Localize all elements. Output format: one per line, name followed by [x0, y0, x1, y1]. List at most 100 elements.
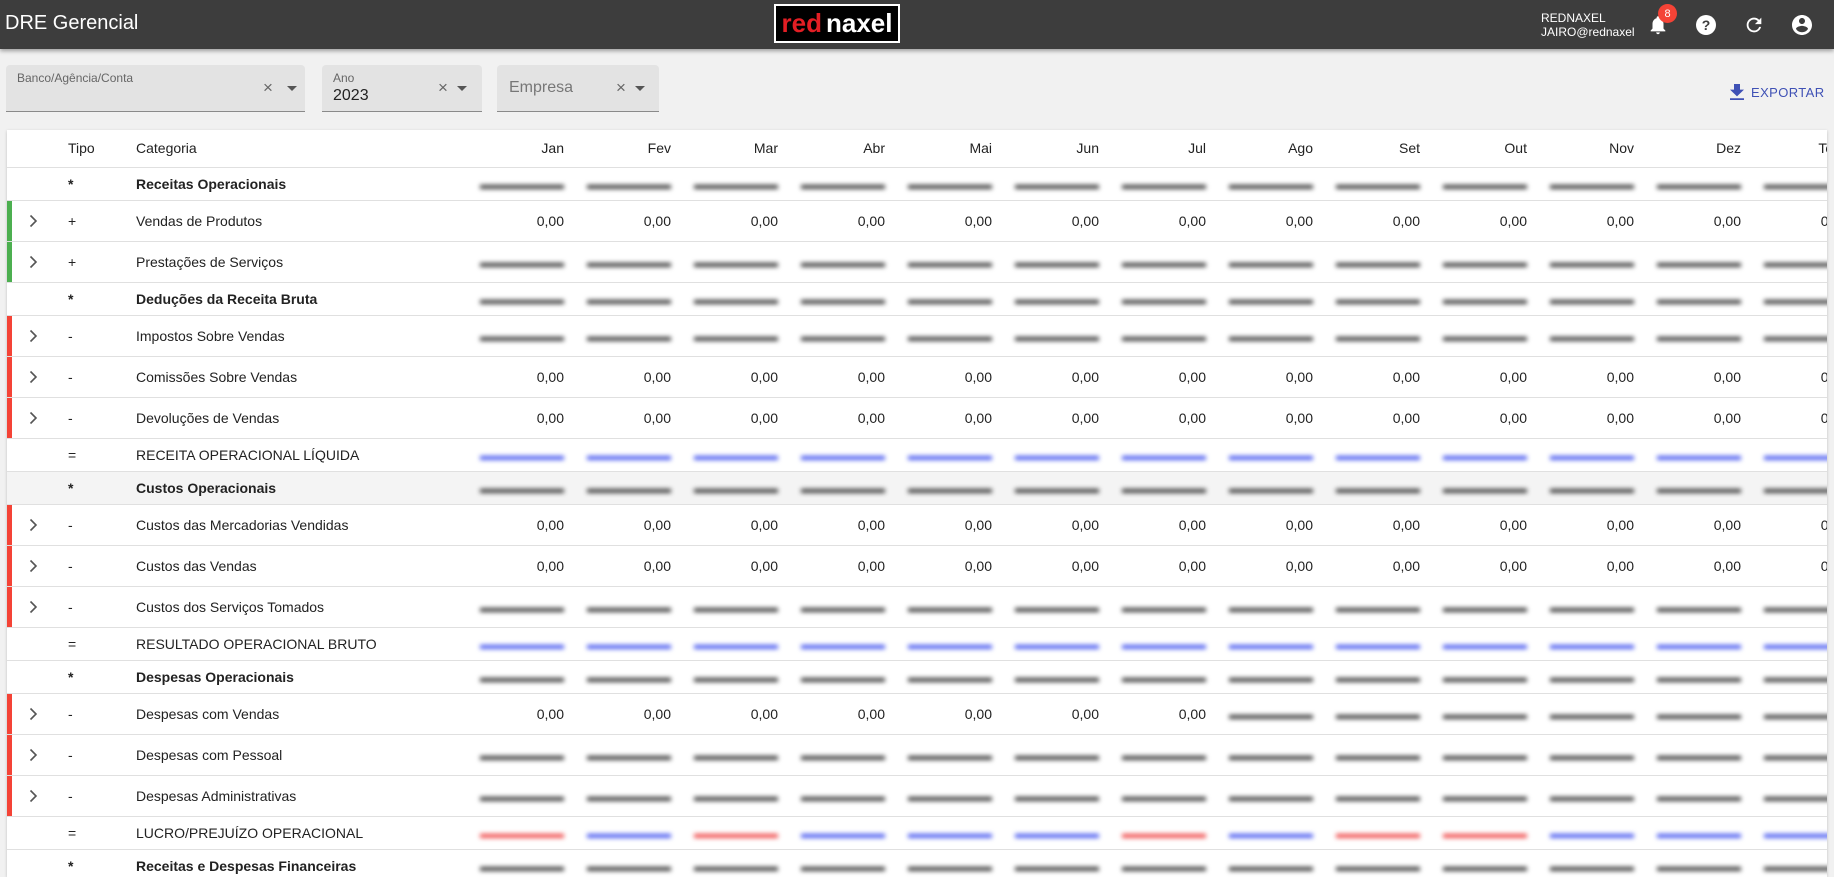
masked-value-cell: ▬▬▬▬▬▬: [1429, 315, 1536, 357]
chevron-right-icon[interactable]: [26, 255, 40, 269]
chevron-right-icon[interactable]: [26, 329, 40, 343]
blurred-value: ▬▬▬▬▬▬: [1764, 857, 1827, 874]
masked-value-cell: ▬▬▬▬▬▬: [1215, 775, 1322, 817]
row-expand-cell[interactable]: [7, 315, 68, 357]
export-button[interactable]: EXPORTAR: [1730, 84, 1825, 100]
masked-value-cell: ▬▬▬▬▬▬: [1322, 734, 1429, 776]
row-expand-cell[interactable]: [7, 356, 68, 398]
value-cell: 0,00: [1643, 200, 1750, 242]
blurred-value: ▬▬▬▬▬▬: [1550, 175, 1634, 192]
row-expand-cell[interactable]: [7, 241, 68, 283]
blurred-value: ▬▬▬▬▬▬: [1657, 479, 1741, 496]
row-tipo: *: [68, 282, 136, 316]
masked-value-cell: ▬▬▬▬▬▬: [1215, 471, 1322, 505]
blurred-value: ▬▬▬▬▬▬: [587, 668, 671, 685]
blurred-value: ▬▬▬▬▬▬: [1336, 598, 1420, 615]
masked-value-cell: ▬▬▬▬▬▬: [894, 241, 1001, 283]
value-cell: 0,00: [1643, 397, 1750, 439]
blurred-value: ▬▬▬▬▬▬: [1657, 327, 1741, 344]
blurred-value: ▬▬▬▬▬▬: [801, 746, 885, 763]
masked-value-cell: ▬▬▬▬▬▬: [787, 471, 894, 505]
masked-value-cell: ▬▬▬▬▬▬: [787, 586, 894, 628]
chevron-down-icon[interactable]: [635, 86, 645, 91]
masked-value-cell: ▬▬▬▬▬▬: [1643, 315, 1750, 357]
chevron-right-icon[interactable]: [26, 707, 40, 721]
notification-badge: 8: [1658, 4, 1677, 23]
column-header: Set: [1322, 130, 1429, 168]
blurred-value: ▬▬▬▬▬▬: [1443, 327, 1527, 344]
value-cell: 0,00: [1750, 397, 1827, 439]
chevron-down-icon[interactable]: [457, 86, 467, 91]
value-cell: 0,00: [1001, 693, 1108, 735]
chevron-right-icon[interactable]: [26, 411, 40, 425]
row-categoria: Custos das Vendas: [136, 545, 466, 587]
column-header: Jun: [1001, 130, 1108, 168]
clear-bank-icon[interactable]: ×: [263, 78, 273, 98]
masked-value-cell: ▬▬▬▬▬▬: [1322, 849, 1429, 877]
chevron-right-icon[interactable]: [26, 600, 40, 614]
year-label: Ano: [333, 71, 355, 85]
masked-value-cell: ▬▬▬▬▬▬: [680, 167, 787, 201]
blurred-value: ▬▬▬▬▬▬: [694, 175, 778, 192]
blurred-value: ▬▬▬▬▬▬: [1122, 446, 1206, 463]
blurred-value: ▬▬▬▬▬▬: [1443, 175, 1527, 192]
blurred-value: ▬▬▬▬▬▬: [1015, 635, 1099, 652]
blurred-value: ▬▬▬▬▬▬: [801, 668, 885, 685]
clear-company-icon[interactable]: ×: [616, 78, 626, 98]
row-categoria: Vendas de Produtos: [136, 200, 466, 242]
table-row: + Prestações de Serviços ▬▬▬▬▬▬ ▬▬▬▬▬▬ ▬▬▬▬▬…: [7, 241, 1827, 283]
blurred-value: ▬▬▬▬▬▬: [1764, 446, 1827, 463]
account-circle-icon[interactable]: [1790, 13, 1814, 37]
row-expand-cell[interactable]: [7, 545, 68, 587]
blurred-value: ▬▬▬▬▬▬: [1764, 824, 1827, 841]
blurred-value: ▬▬▬▬▬▬: [1443, 253, 1527, 270]
blurred-value: ▬▬▬▬▬▬: [694, 857, 778, 874]
chevron-right-icon[interactable]: [26, 748, 40, 762]
value-cell: 0,00: [1108, 356, 1215, 398]
row-expand-cell[interactable]: [7, 397, 68, 439]
blurred-value: ▬▬▬▬▬▬: [1229, 598, 1313, 615]
row-categoria: Despesas Administrativas: [136, 775, 466, 817]
blurred-value: ▬▬▬▬▬▬: [1550, 746, 1634, 763]
masked-value-cell: ▬▬▬▬▬▬: [1643, 471, 1750, 505]
year-select[interactable]: Ano 2023 ×: [322, 65, 482, 112]
masked-value-cell: ▬▬▬▬▬▬: [1215, 627, 1322, 661]
row-expand-cell[interactable]: [7, 693, 68, 735]
masked-value-cell: ▬▬▬▬▬▬: [1429, 734, 1536, 776]
masked-value-cell: ▬▬▬▬▬▬: [787, 241, 894, 283]
blurred-value: ▬▬▬▬▬▬: [1443, 787, 1527, 804]
chevron-right-icon[interactable]: [26, 518, 40, 532]
row-expand-cell[interactable]: [7, 586, 68, 628]
blurred-value: ▬▬▬▬▬▬: [1657, 635, 1741, 652]
company-select[interactable]: Empresa ×: [497, 65, 659, 112]
chevron-right-icon[interactable]: [26, 559, 40, 573]
chevron-right-icon[interactable]: [26, 370, 40, 384]
value-cell: 0,00: [1215, 397, 1322, 439]
blurred-value: ▬▬▬▬▬▬: [1550, 598, 1634, 615]
blurred-value: ▬▬▬▬▬▬: [908, 857, 992, 874]
row-expand-cell[interactable]: [7, 734, 68, 776]
masked-value-cell: ▬▬▬▬▬▬: [573, 438, 680, 472]
chevron-right-icon[interactable]: [26, 214, 40, 228]
column-header: Mar: [680, 130, 787, 168]
masked-value-cell: ▬▬▬▬▬▬: [680, 282, 787, 316]
chevron-down-icon[interactable]: [287, 86, 297, 91]
dre-table: Tipo Categoria Jan Fev Mar Abr Mai Jun Jul Ago Set…: [7, 130, 1827, 877]
row-expand-cell[interactable]: [7, 200, 68, 242]
value-cell: 0,00: [466, 397, 573, 439]
row-expand-cell[interactable]: [7, 775, 68, 817]
row-expand-cell[interactable]: [7, 504, 68, 546]
chevron-right-icon[interactable]: [26, 789, 40, 803]
masked-value-cell: ▬▬▬▬▬▬: [1215, 241, 1322, 283]
masked-value-cell: ▬▬▬▬▬▬: [1536, 438, 1643, 472]
refresh-icon[interactable]: [1742, 13, 1766, 37]
masked-value-cell: ▬▬▬▬▬▬: [1750, 693, 1827, 735]
help-icon[interactable]: ?: [1694, 13, 1718, 37]
bank-account-select[interactable]: Banco/Agência/Conta ×: [6, 65, 305, 112]
masked-value-cell: ▬▬▬▬▬▬: [787, 627, 894, 661]
blurred-value: ▬▬▬▬▬▬: [1122, 327, 1206, 344]
blurred-value: ▬▬▬▬▬▬: [694, 668, 778, 685]
clear-year-icon[interactable]: ×: [438, 78, 448, 98]
masked-value-cell: ▬▬▬▬▬▬: [1322, 438, 1429, 472]
blurred-value: ▬▬▬▬▬▬: [1229, 705, 1313, 722]
